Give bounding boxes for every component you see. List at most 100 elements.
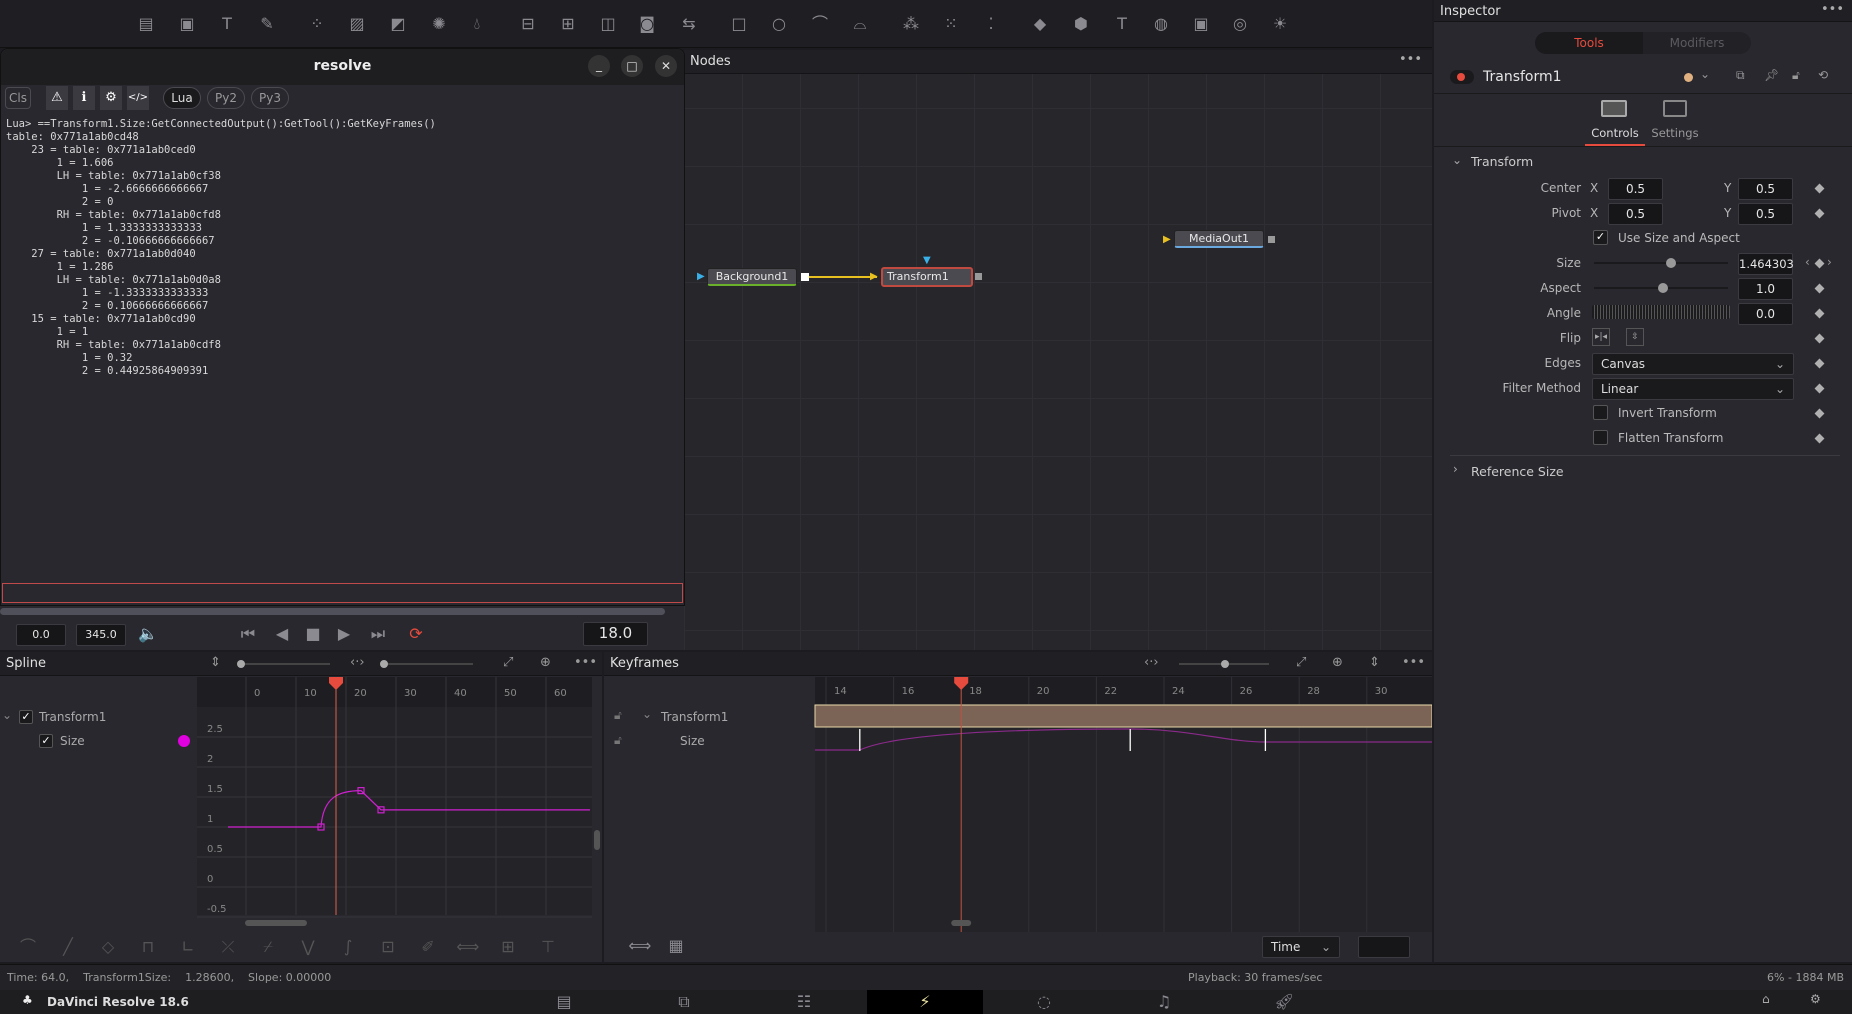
- more-options-icon[interactable]: •••: [1821, 2, 1844, 17]
- py2-button[interactable]: Py2: [207, 87, 245, 109]
- console-input[interactable]: [2, 583, 683, 603]
- vertical-scrollbar[interactable]: [594, 830, 600, 850]
- subtab-controls[interactable]: Controls: [1585, 126, 1645, 140]
- output-port[interactable]: [801, 273, 809, 281]
- angle-dial[interactable]: [1592, 305, 1730, 319]
- fairlight-page-icon[interactable]: ♫: [1152, 990, 1176, 1014]
- center-y-field[interactable]: 0.5: [1738, 178, 1793, 200]
- select-all-icon[interactable]: ⌿: [256, 935, 280, 959]
- size-slider[interactable]: [1594, 258, 1728, 268]
- close-button[interactable]: ✕: [655, 55, 677, 77]
- time-scrubber[interactable]: [0, 608, 665, 615]
- output-port[interactable]: [975, 273, 982, 280]
- pivot-y-field[interactable]: 0.5: [1738, 203, 1793, 225]
- fusion-page-icon[interactable]: ⚡︎: [867, 990, 983, 1014]
- keyframe-diamond-icon[interactable]: [1814, 408, 1825, 419]
- lock-icon[interactable]: 🔓︎: [614, 708, 622, 723]
- version-icon[interactable]: ⧉: [1736, 68, 1745, 83]
- collapse-chevron-icon[interactable]: ⌄: [2, 708, 12, 722]
- more-options-icon[interactable]: •••: [1402, 655, 1425, 670]
- size-checkbox[interactable]: ✓: [39, 734, 53, 748]
- zoom-icon[interactable]: ⊕: [1332, 655, 1343, 670]
- go-to-end-icon[interactable]: ⏭: [366, 622, 390, 646]
- maximize-button[interactable]: □: [621, 55, 643, 77]
- horizontal-zoom-icon[interactable]: ‹·›: [1144, 655, 1159, 670]
- expand-icon[interactable]: ⇕: [1369, 655, 1380, 670]
- size-field[interactable]: 1.464303: [1738, 253, 1794, 275]
- current-time-field[interactable]: 18.0: [583, 622, 648, 646]
- spline-tree-param[interactable]: Size: [60, 734, 85, 748]
- shape-box-icon[interactable]: ⊞: [496, 935, 520, 959]
- horizontal-zoom-icon[interactable]: ‹·›: [350, 655, 365, 670]
- time-stretch-icon[interactable]: ⟺: [628, 934, 652, 958]
- step-out-icon[interactable]: ∟: [176, 935, 200, 959]
- cls-button[interactable]: Cls: [5, 87, 31, 109]
- controls-icon[interactable]: [1601, 100, 1627, 117]
- keyframe-diamond-icon[interactable]: [1814, 183, 1825, 194]
- transform1-checkbox[interactable]: ✓: [19, 710, 33, 724]
- fit-icon[interactable]: ⤢: [503, 655, 513, 670]
- gear-icon[interactable]: ⚙: [100, 86, 122, 110]
- fit-icon[interactable]: ⤢: [1296, 655, 1306, 670]
- tab-tools[interactable]: Tools: [1535, 32, 1643, 54]
- set-key-icon[interactable]: ⊡: [376, 935, 400, 959]
- pencil-icon[interactable]: ✐: [416, 935, 440, 959]
- keyframe-diamond-icon[interactable]: [1814, 208, 1825, 219]
- play-icon[interactable]: ▶: [332, 622, 356, 646]
- zoom-icon[interactable]: ⊕: [540, 655, 551, 670]
- info-icon[interactable]: ℹ: [73, 86, 95, 110]
- keyframes-tree-param[interactable]: Size: [680, 734, 705, 748]
- step-in-icon[interactable]: ⊓: [136, 935, 160, 959]
- keyframe-diamond-icon[interactable]: [1814, 308, 1825, 319]
- section-chevron-icon[interactable]: ›: [1453, 462, 1458, 476]
- go-to-start-icon[interactable]: ⏮: [236, 622, 260, 646]
- pivot-x-field[interactable]: 0.5: [1608, 203, 1663, 225]
- linear-icon[interactable]: ╱: [56, 935, 80, 959]
- spreadsheet-icon[interactable]: ▦: [664, 934, 688, 958]
- flatten-checkbox[interactable]: [1593, 430, 1608, 445]
- time-value-field[interactable]: [1358, 936, 1410, 958]
- smooth-icon[interactable]: ⌒: [16, 935, 40, 959]
- tool-color-dot[interactable]: [1684, 73, 1693, 82]
- s-curve-icon[interactable]: ∫: [336, 935, 360, 959]
- speaker-icon[interactable]: 🔈: [136, 622, 160, 646]
- edit-page-icon[interactable]: ☷: [792, 990, 816, 1014]
- invert-checkbox[interactable]: [1593, 405, 1608, 420]
- section-reference-size[interactable]: Reference Size: [1471, 464, 1564, 479]
- cut-page-icon[interactable]: ⧉: [672, 990, 696, 1014]
- lock-icon[interactable]: 🔓︎: [614, 733, 622, 748]
- node-mediaout1[interactable]: MediaOut1: [1174, 230, 1264, 248]
- keyframe-diamond-icon[interactable]: [1814, 433, 1825, 444]
- output-port[interactable]: [1268, 236, 1275, 243]
- thumbnail-icon[interactable]: ⊤: [536, 935, 560, 959]
- keyframe-diamond-icon[interactable]: [1814, 283, 1825, 294]
- use-size-checkbox[interactable]: ✓: [1593, 230, 1608, 245]
- prev-keyframe-icon[interactable]: ‹: [1805, 255, 1810, 269]
- tool-enable-toggle[interactable]: [1450, 70, 1474, 84]
- node-transform1[interactable]: Transform1: [881, 267, 973, 287]
- center-x-field[interactable]: 0.5: [1608, 178, 1663, 200]
- transform1-range-bar[interactable]: [814, 704, 1432, 728]
- zoom-slider[interactable]: [237, 660, 330, 668]
- stop-icon[interactable]: ■: [301, 622, 325, 646]
- time-zoom-slider[interactable]: [380, 660, 473, 668]
- py3-button[interactable]: Py3: [251, 87, 289, 109]
- spline-tree-tool[interactable]: Transform1: [39, 710, 106, 724]
- node-background1[interactable]: Background1: [707, 268, 797, 286]
- graph-area[interactable]: [197, 677, 592, 915]
- warning-icon[interactable]: ⚠: [46, 86, 68, 110]
- keyframes-tree-tool[interactable]: Transform1: [661, 710, 728, 724]
- edges-dropdown[interactable]: Canvas ⌄: [1592, 353, 1794, 375]
- angle-field[interactable]: 0.0: [1738, 303, 1793, 325]
- invert-icon[interactable]: ◇: [96, 935, 120, 959]
- minimize-button[interactable]: _: [588, 55, 610, 77]
- keyframes-timeline[interactable]: 14 16 18 20 22 24 26 28 30: [604, 652, 1432, 962]
- curve-color-dot[interactable]: [178, 735, 190, 747]
- reverse-icon[interactable]: ⤫: [216, 935, 240, 959]
- keyframe-diamond-icon[interactable]: [1814, 358, 1825, 369]
- settings-gear-icon[interactable]: ⚙: [1810, 992, 1821, 1006]
- filter-dropdown[interactable]: Linear ⌄: [1592, 378, 1794, 400]
- keyframe-diamond-icon[interactable]: [1814, 333, 1825, 344]
- section-transform[interactable]: Transform: [1471, 154, 1533, 169]
- code-icon[interactable]: </>: [127, 86, 149, 110]
